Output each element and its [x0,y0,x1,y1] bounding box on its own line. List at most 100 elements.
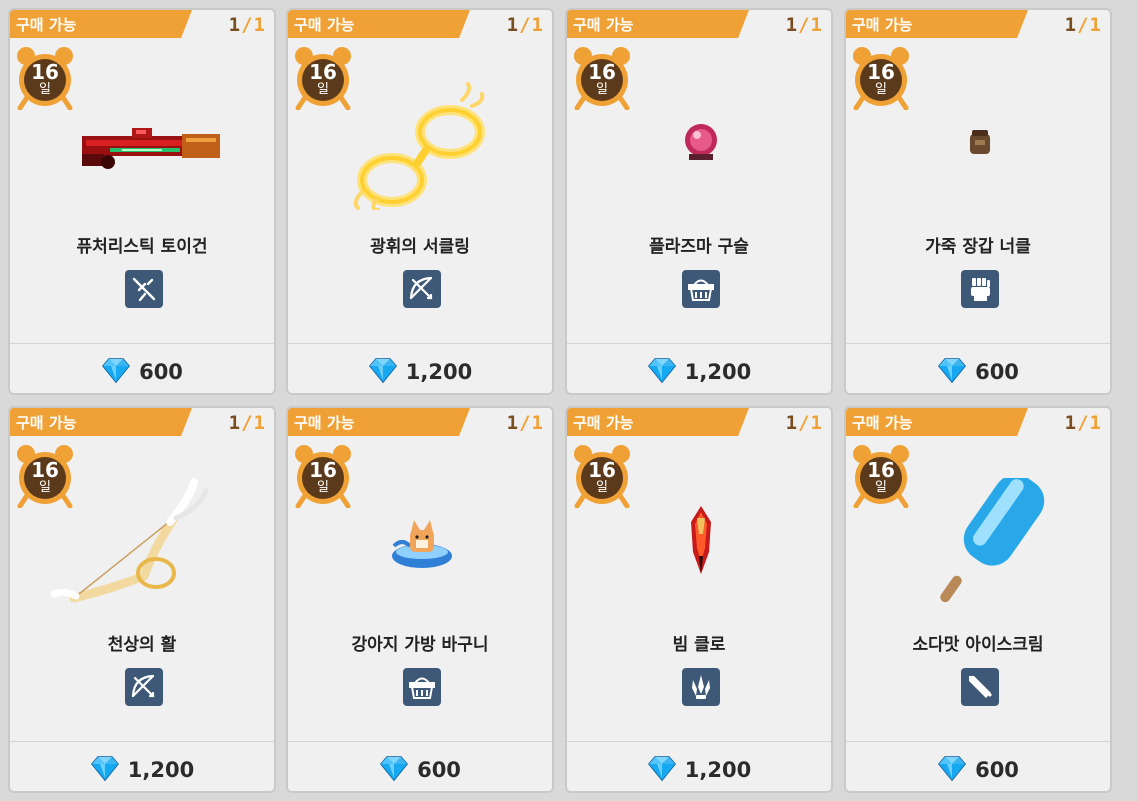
status-banner: 구매 가능 [567,408,749,436]
item-type-badge [403,668,441,706]
item-name: 광휘의 서클링 [370,237,470,257]
soda-popsicle-image [880,474,1080,608]
limit-separator: / [1077,14,1090,36]
divider [846,741,1110,742]
limit-max: 1 [810,14,823,36]
divider [10,343,274,344]
item-type-badge [682,668,720,706]
limit-separator: / [519,412,532,434]
price-value: 1,200 [684,360,752,384]
divider [567,343,831,344]
fist-icon [961,278,999,312]
blue-gem-icon [937,753,967,787]
status-banner: 구매 가능 [10,10,192,38]
limit-separator: / [519,14,532,36]
status-label: 구매 가능 [573,414,634,432]
price-button[interactable]: 1,200 [567,755,831,785]
item-type-badge [682,270,720,308]
blue-gem-icon [647,355,677,389]
limit-current: 1 [506,14,520,36]
divider [846,343,1110,344]
blue-gem-icon [647,753,677,787]
status-label: 구매 가능 [852,16,913,34]
gun-icon [125,277,163,312]
price-value: 1,200 [684,758,752,782]
price-button[interactable]: 600 [288,755,552,785]
limit-max: 1 [531,14,544,36]
item-name: 강아지 가방 바구니 [351,635,489,655]
status-label: 구매 가능 [294,414,355,432]
price-button[interactable]: 1,200 [288,357,552,387]
red-futuristic-toy-gun-image [44,80,244,210]
limit-max: 1 [1089,412,1102,434]
limit-separator: / [241,412,254,434]
price-button[interactable]: 600 [846,357,1110,387]
blue-gem-icon [368,355,398,389]
item-type-badge [403,270,441,308]
limit-max: 1 [531,412,544,434]
plasma-orb-image [601,80,801,210]
item-name: 소다맛 아이스크림 [912,635,1044,655]
status-banner: 구매 가능 [846,408,1028,436]
item-type-badge [125,668,163,706]
golden-radiant-circle-ring-image [322,80,522,212]
shop-item-card[interactable]: 구매 가능 1/1 16 일 천상의 활 1,200 [8,406,276,793]
blue-gem-icon [379,753,409,787]
item-name: 빔 클로 [672,635,726,655]
shop-item-card[interactable]: 구매 가능 1/1 16 일 광휘의 서클링 1,200 [286,8,554,395]
limit-current: 1 [1064,412,1078,434]
purchase-limit: 1/1 [229,412,266,434]
shop-item-card[interactable]: 구매 가능 1/1 16 일 빔 클로 1,200 [565,406,833,793]
limit-current: 1 [785,14,799,36]
leather-glove-knuckle-image [880,80,1080,210]
item-name: 천상의 활 [107,635,177,655]
status-label: 구매 가능 [16,414,77,432]
status-banner: 구매 가능 [567,10,749,38]
limit-current: 1 [785,412,799,434]
limit-current: 1 [228,14,242,36]
limit-max: 1 [1089,14,1102,36]
shop-item-card[interactable]: 구매 가능 1/1 16 일 소다맛 아이스크림 600 [844,406,1112,793]
status-banner: 구매 가능 [288,10,470,38]
price-value: 600 [139,360,183,384]
bow-icon [403,276,441,312]
bow-icon [125,674,163,710]
beam-claw-image [601,478,801,608]
status-banner: 구매 가능 [288,408,470,436]
shop-item-card[interactable]: 구매 가능 1/1 16 일 강아지 가방 바구니 600 [286,406,554,793]
sword-icon [961,676,999,710]
item-type-badge [961,668,999,706]
price-value: 1,200 [405,360,473,384]
limit-separator: / [798,412,811,434]
price-button[interactable]: 1,200 [10,755,274,785]
price-button[interactable]: 600 [846,755,1110,785]
status-label: 구매 가능 [16,16,77,34]
blue-gem-icon [90,753,120,787]
item-type-badge [125,270,163,308]
divider [288,343,552,344]
shop-item-card[interactable]: 구매 가능 1/1 16 일 가죽 장갑 너클 600 [844,8,1112,395]
divider [288,741,552,742]
status-label: 구매 가능 [294,16,355,34]
status-label: 구매 가능 [573,16,634,34]
status-banner: 구매 가능 [846,10,1028,38]
status-banner: 구매 가능 [10,408,192,436]
purchase-limit: 1/1 [1065,412,1102,434]
price-button[interactable]: 1,200 [567,357,831,387]
limit-max: 1 [253,412,266,434]
shop-item-card[interactable]: 구매 가능 1/1 16 일 퓨처리스틱 토이건 600 [8,8,276,395]
item-name: 플라즈마 구슬 [649,237,749,257]
limit-max: 1 [253,14,266,36]
blue-gem-icon [937,355,967,389]
claw-icon [682,675,720,710]
price-value: 600 [975,758,1019,782]
limit-max: 1 [810,412,823,434]
shop-item-card[interactable]: 구매 가능 1/1 16 일 플라즈마 구슬 1,200 [565,8,833,395]
basket-icon [403,677,441,710]
purchase-limit: 1/1 [786,14,823,36]
price-button[interactable]: 600 [10,357,274,387]
item-type-badge [961,270,999,308]
divider [10,741,274,742]
limit-separator: / [798,14,811,36]
limit-separator: / [241,14,254,36]
